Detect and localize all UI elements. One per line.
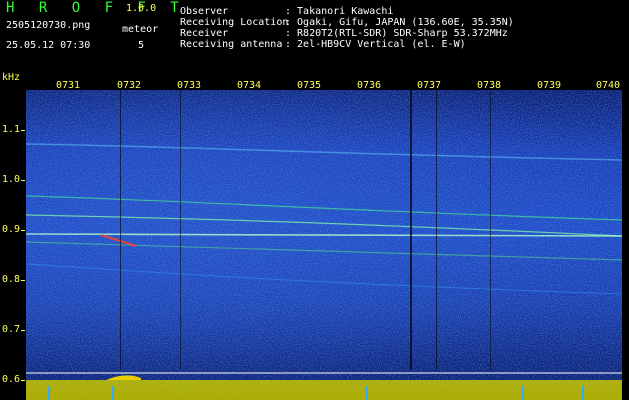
time-gap — [120, 90, 121, 370]
amplitude-spike — [522, 386, 524, 400]
amplitude-spike — [112, 386, 114, 400]
time-gap — [410, 90, 412, 370]
time-gap — [490, 90, 491, 370]
app-version: 1.0.0 — [126, 3, 157, 14]
amplitude-spike — [366, 386, 368, 400]
y-tick-mark — [21, 380, 25, 381]
app-title: H R O F F T — [6, 0, 187, 16]
amplitude-spike — [48, 386, 50, 400]
y-tick-label: 0.6 — [1, 374, 20, 385]
baseline-marker — [26, 372, 622, 374]
antenna-label: Receiving antenna — [180, 39, 283, 50]
y-tick-label: 0.7 — [1, 324, 20, 335]
spectrogram-canvas — [26, 90, 622, 400]
antenna-value: : 2el-HB9CV Vertical (el. E-W) — [285, 39, 466, 50]
y-tick-label: 0.8 — [1, 274, 20, 285]
y-tick-mark — [21, 130, 25, 131]
amplitude-spike — [582, 386, 584, 400]
y-axis-unit: kHz — [2, 72, 21, 83]
filename: 2505120730.png — [6, 20, 91, 31]
y-tick-label: 1.0 — [1, 174, 20, 185]
time-gap — [180, 90, 181, 370]
y-tick-mark — [21, 280, 25, 281]
y-tick-label: 0.9 — [1, 224, 20, 235]
y-tick-mark — [21, 330, 25, 331]
time-gap — [436, 90, 437, 370]
meteor-label: meteor — [122, 24, 159, 35]
datetime: 25.05.12 07:30 — [6, 40, 91, 51]
meteor-count: 5 — [138, 40, 145, 51]
amplitude-band — [26, 380, 622, 400]
spectrogram — [26, 90, 622, 400]
y-tick-mark — [21, 180, 25, 181]
y-tick-mark — [21, 230, 25, 231]
y-tick-label: 1.1 — [1, 124, 20, 135]
